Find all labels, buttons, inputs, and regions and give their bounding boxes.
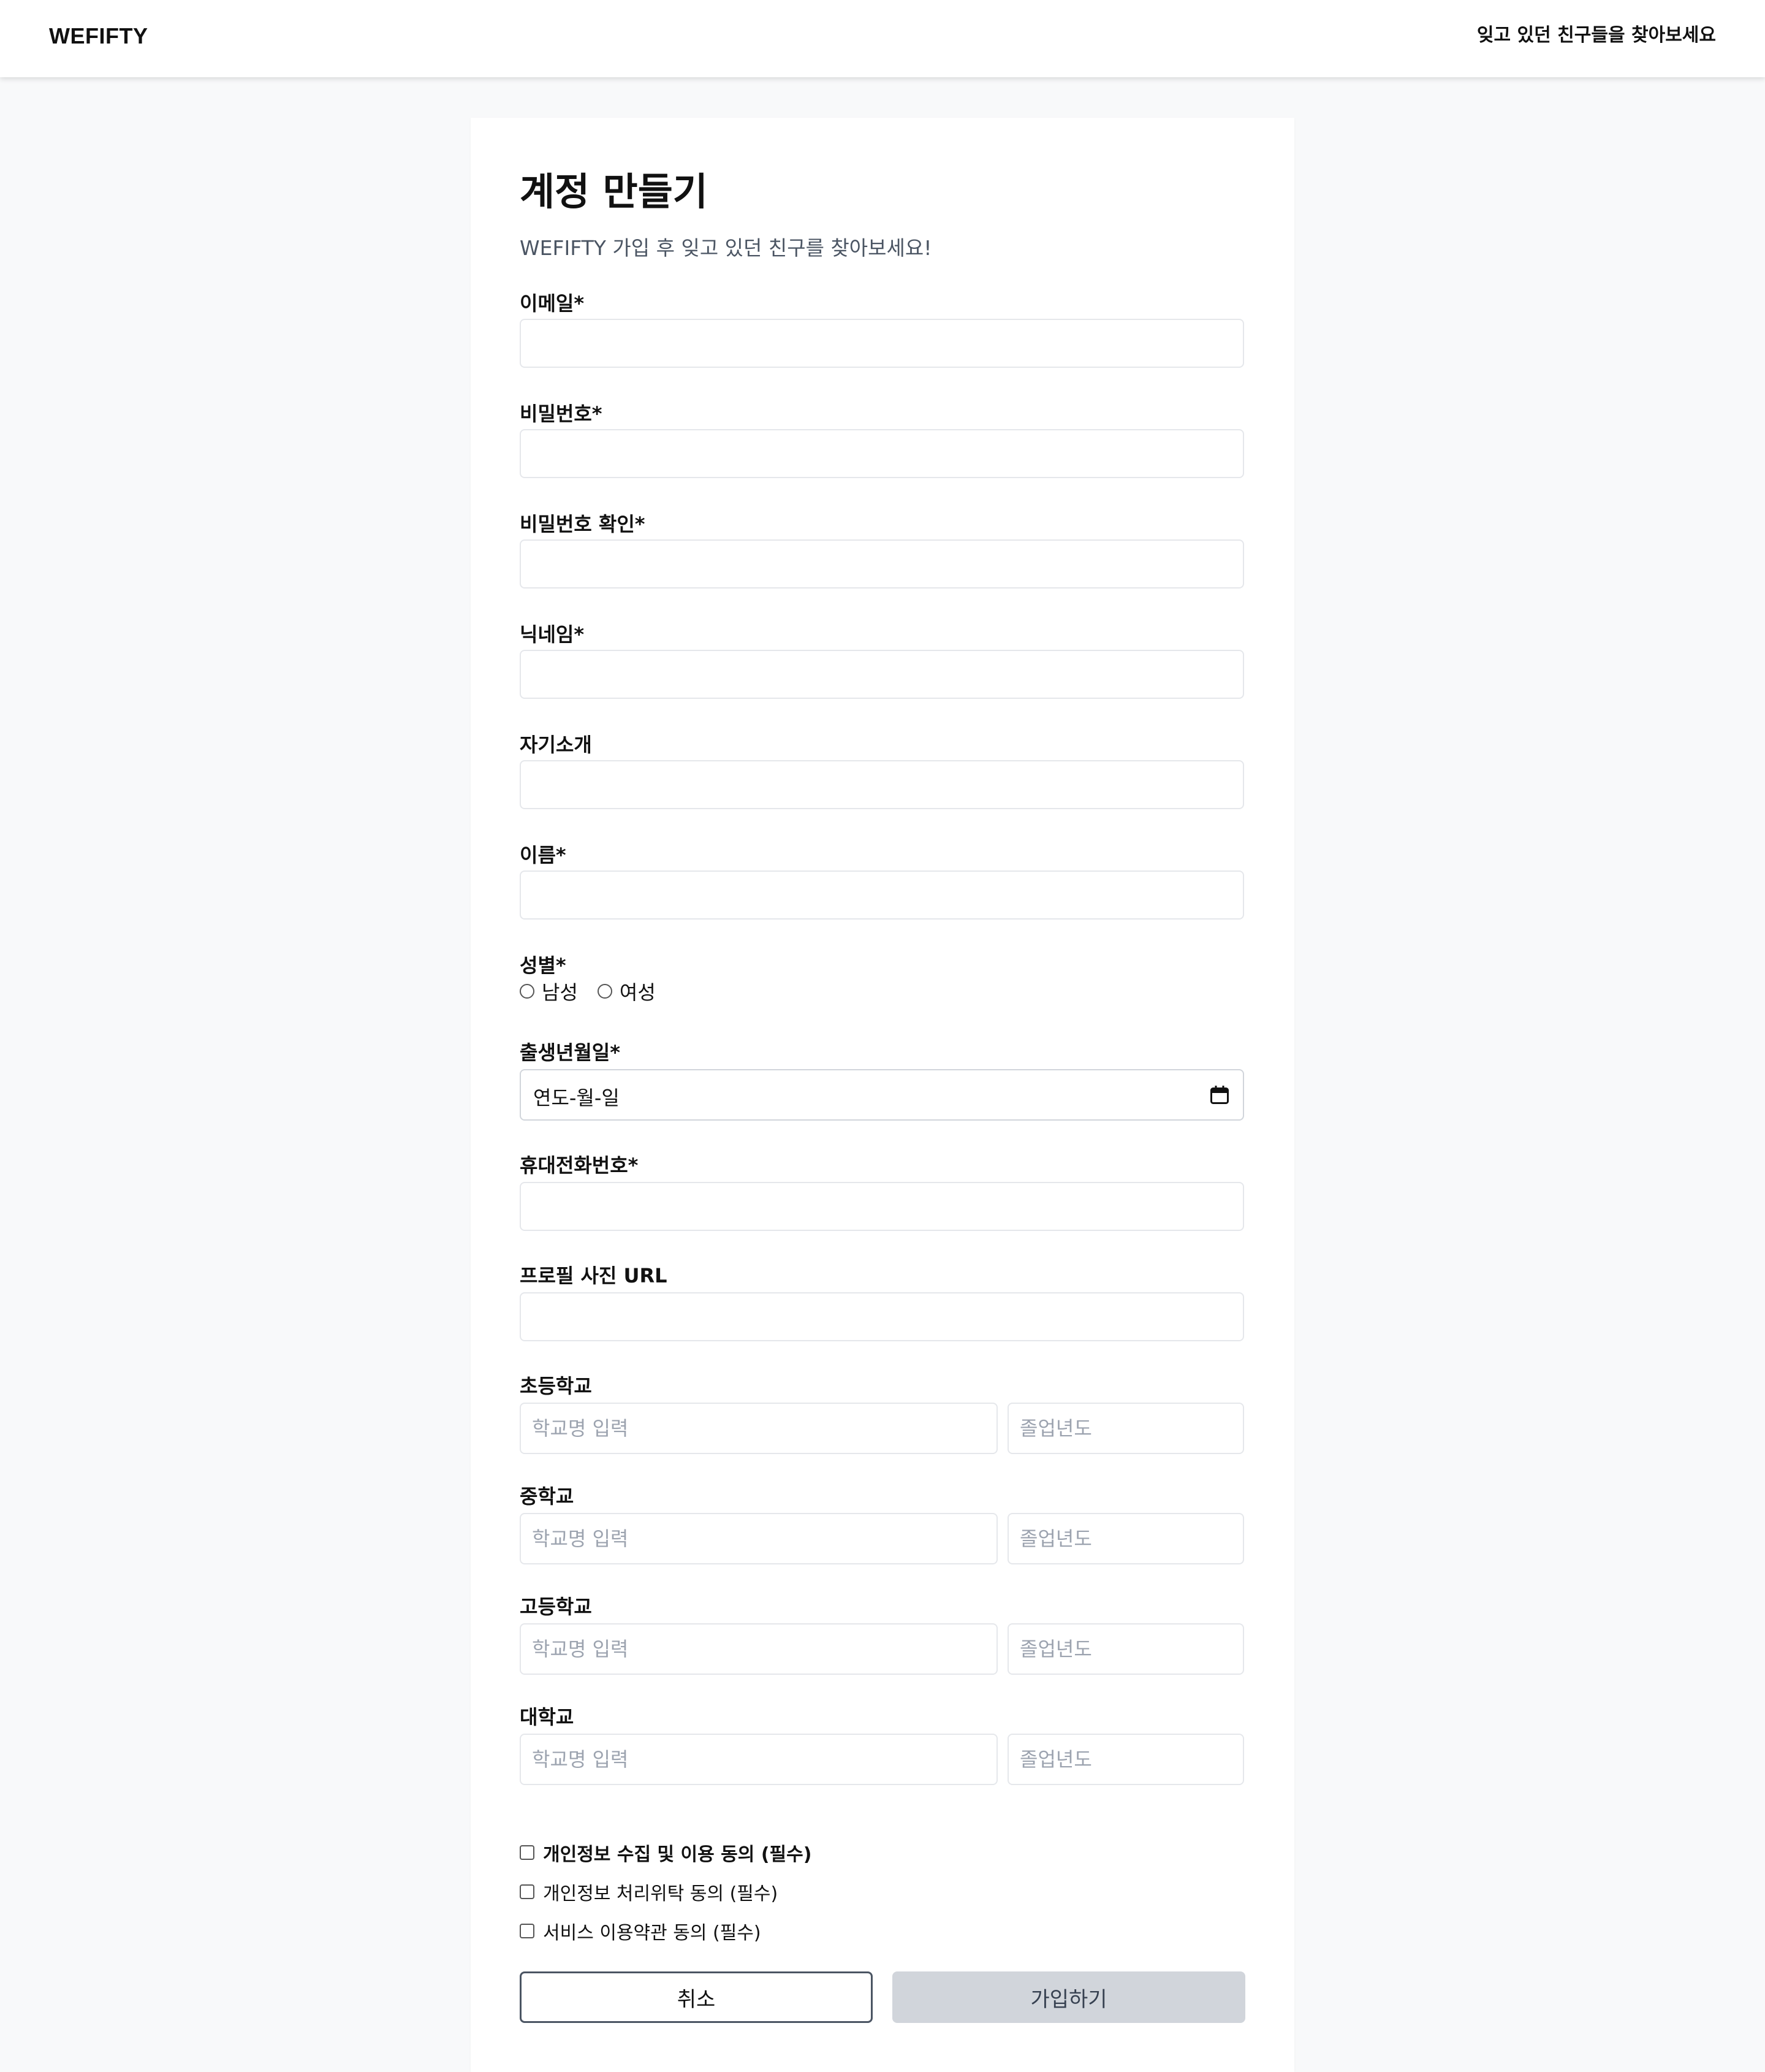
elementary-school-name-input[interactable] [520,1403,998,1454]
agreement-privacy-collection-label[interactable]: 개인정보 수집 및 이용 동의 (필수) [543,1839,811,1866]
gender-male-label[interactable]: 남성 [542,977,578,1005]
signup-card: 계정 만들기 WEFIFTY 가입 후 잊고 있던 친구를 찾아보세요! 이메일… [471,118,1294,2072]
password-field[interactable] [520,429,1244,478]
header-tagline: 잊고 있던 친구들을 찾아보세요 [1476,25,1716,46]
page-title: 계정 만들기 [520,169,708,214]
birthdate-value: 연도-월-일 [533,1086,620,1110]
gender-female-radio[interactable] [597,984,612,999]
brand-logo[interactable]: WEFIFTY [49,23,148,49]
elementary-school-year-input[interactable] [1008,1403,1244,1454]
agreement-privacy-outsourcing: 개인정보 처리위탁 동의 (필수) [520,1878,778,1905]
gender-options: 남성 여성 [520,977,656,1005]
password-confirm-field[interactable] [520,539,1244,588]
name-label: 이름* [520,844,566,867]
gender-female-label[interactable]: 여성 [620,977,656,1005]
top-navbar: WEFIFTY 잊고 있던 친구들을 찾아보세요 [0,0,1765,77]
password-label: 비밀번호* [520,402,602,425]
phone-field[interactable] [520,1182,1244,1231]
agreement-terms-label[interactable]: 서비스 이용약관 동의 (필수) [543,1918,761,1944]
email-field[interactable] [520,319,1244,368]
agreement-privacy-outsourcing-label[interactable]: 개인정보 처리위탁 동의 (필수) [543,1878,778,1905]
elementary-school-label: 초등학교 [520,1374,592,1398]
agreement-terms: 서비스 이용약관 동의 (필수) [520,1918,761,1944]
university-label: 대학교 [520,1705,574,1729]
nickname-label: 닉네임* [520,623,585,646]
name-field[interactable] [520,870,1244,920]
middle-school-name-input[interactable] [520,1513,998,1564]
agreement-privacy-collection-checkbox[interactable] [520,1845,534,1860]
university-name-input[interactable] [520,1734,998,1785]
email-label: 이메일* [520,292,585,315]
middle-school-label: 중학교 [520,1485,574,1508]
bio-field[interactable] [520,760,1244,809]
profile-url-label: 프로필 사진 URL [520,1264,667,1287]
nickname-field[interactable] [520,650,1244,699]
high-school-label: 고등학교 [520,1595,592,1618]
signup-button[interactable]: 가입하기 [892,1971,1245,2023]
agreement-privacy-outsourcing-checkbox[interactable] [520,1884,534,1899]
profile-url-field[interactable] [520,1292,1244,1341]
birthdate-field[interactable]: 연도-월-일 [520,1069,1244,1121]
high-school-year-input[interactable] [1008,1623,1244,1675]
gender-label: 성별* [520,954,566,977]
cancel-button[interactable]: 취소 [520,1971,873,2023]
agreement-terms-checkbox[interactable] [520,1924,534,1938]
phone-label: 휴대전화번호* [520,1154,639,1177]
password-confirm-label: 비밀번호 확인* [520,512,645,536]
bio-label: 자기소개 [520,733,592,756]
agreement-privacy-collection: 개인정보 수집 및 이용 동의 (필수) [520,1839,811,1866]
high-school-name-input[interactable] [520,1623,998,1675]
middle-school-year-input[interactable] [1008,1513,1244,1564]
university-year-input[interactable] [1008,1734,1244,1785]
gender-male-radio[interactable] [520,984,534,999]
calendar-icon[interactable] [1209,1084,1231,1106]
birthdate-label: 출생년월일* [520,1041,620,1064]
page-subtitle: WEFIFTY 가입 후 잊고 있던 친구를 찾아보세요! [520,236,932,260]
